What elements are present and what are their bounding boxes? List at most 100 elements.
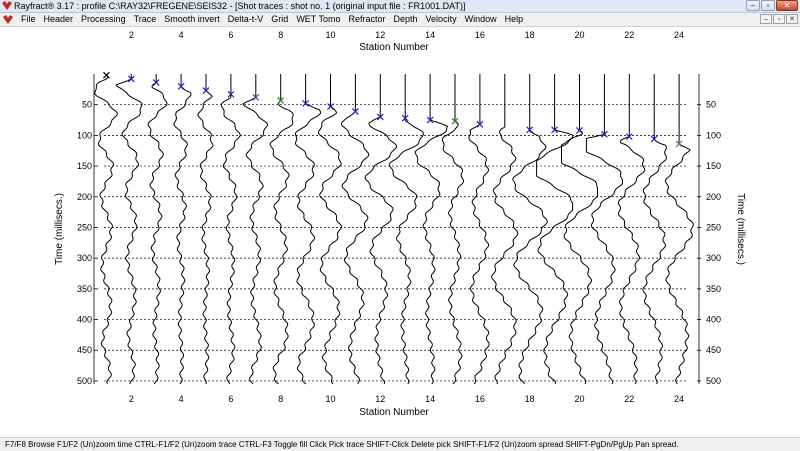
y-tick-label-left: 300 [77,253,92,263]
y-axis-label-right: Time (millisecs.) [735,193,746,265]
x-tick-label-top: 10 [326,30,336,40]
plot-axes [93,74,701,384]
y-tick-label-right: 200 [706,192,721,202]
menu-delta-t-v[interactable]: Delta-t-V [224,13,268,26]
y-tick-label-right: 400 [706,315,721,325]
seismic-trace-1[interactable] [94,74,118,385]
y-tick-label-right: 150 [706,161,721,171]
seismic-trace-22[interactable] [617,74,646,385]
x-tick-label-bottom: 12 [375,394,385,404]
y-tick-label-left: 350 [77,284,92,294]
seismic-trace-4[interactable] [173,74,192,385]
x-axis-label-top: Station Number [359,42,429,53]
seismic-trace-23[interactable] [642,74,667,385]
menu-depth[interactable]: Depth [390,13,422,26]
status-bar: F7/F8 Browse F1/F2 (Un)zoom time CTRL-F1… [0,437,800,451]
seismic-traces[interactable] [94,74,694,385]
x-tick-label-bottom: 14 [425,394,435,404]
seismic-trace-21[interactable] [585,74,623,385]
document-close-button[interactable]: ✕ [786,14,798,24]
x-tick-label-bottom: 20 [574,394,584,404]
y-tick-label-right: 300 [706,253,721,263]
y-tick-label-left: 200 [77,192,92,202]
document-icon[interactable] [3,15,13,24]
menu-processing[interactable]: Processing [77,13,130,26]
seismic-trace-6[interactable] [220,74,241,384]
x-tick-label-bottom: 22 [624,394,634,404]
y-tick-label-right: 350 [706,284,721,294]
x-tick-label-top: 4 [179,30,184,40]
close-button[interactable]: ✕ [776,0,798,11]
seismic-trace-2[interactable] [115,74,143,384]
seismic-trace-16[interactable] [468,74,490,385]
menu-window[interactable]: Window [461,13,501,26]
y-tick-label-right: 50 [706,100,716,110]
document-window-controls: – ▫ ✕ [760,14,798,24]
x-tick-label-top: 2 [129,30,134,40]
y-tick-label-left: 400 [77,315,92,325]
seismic-trace-3[interactable] [147,74,168,385]
axis-tick-labels: 50 50 100 100 150 150 200 200 250 250 300 300 350 350… [77,30,721,404]
menu-smooth-invert[interactable]: Smooth invert [160,13,224,26]
window-title: Rayfract® 3.17 : profile C:\RAY32\FREGEN… [14,1,466,11]
seismic-trace-7[interactable] [242,74,268,385]
seismic-trace-13[interactable] [388,74,424,385]
seismic-trace-12[interactable] [364,74,398,385]
app-logo-icon [2,1,12,10]
maximize-button[interactable]: ▫ [761,0,775,11]
x-tick-label-top: 12 [375,30,385,40]
x-tick-label-bottom: 4 [179,394,184,404]
x-tick-label-top: 8 [278,30,283,40]
document-minimize-button[interactable]: – [760,14,772,24]
menu-header[interactable]: Header [40,13,78,26]
document-restore-button[interactable]: ▫ [773,14,785,24]
first-break-picks[interactable] [103,71,683,148]
y-tick-label-right: 450 [706,345,721,355]
y-tick-label-right: 250 [706,222,721,232]
seismic-trace-8[interactable] [269,74,294,385]
x-tick-label-top: 16 [475,30,485,40]
x-tick-label-top: 20 [574,30,584,40]
seismic-trace-11[interactable] [341,74,370,385]
title-bar: Rayfract® 3.17 : profile C:\RAY32\FREGEN… [0,0,800,13]
seismic-trace-10[interactable] [317,74,343,385]
y-tick-label-left: 250 [77,222,92,232]
x-tick-label-top: 14 [425,30,435,40]
y-tick-label-right: 500 [706,376,721,386]
x-tick-label-bottom: 18 [525,394,535,404]
menu-refractor[interactable]: Refractor [345,13,390,26]
menu-bar: File Header Processing Trace Smooth inve… [0,13,800,27]
seismic-trace-20[interactable] [561,74,598,385]
x-axis-label-bottom: Station Number [359,407,429,418]
menu-grid[interactable]: Grid [267,13,292,26]
menu-wet-tomo[interactable]: WET Tomo [292,13,344,26]
minimize-button[interactable]: – [746,0,760,11]
y-tick-label-right: 100 [706,130,721,140]
first-break-pick-1[interactable] [103,71,110,79]
x-tick-label-bottom: 6 [228,394,233,404]
time-gridlines [104,104,688,382]
y-tick-label-left: 500 [77,376,92,386]
y-tick-label-left: 100 [77,130,92,140]
menu-trace[interactable]: Trace [130,13,161,26]
menu-help[interactable]: Help [501,13,528,26]
keyboard-shortcuts-help: F7/F8 Browse F1/F2 (Un)zoom time CTRL-F1… [5,440,679,449]
seismic-trace-5[interactable] [197,74,214,385]
x-tick-label-bottom: 8 [278,394,283,404]
seismic-trace-17[interactable] [491,74,519,385]
x-tick-label-top: 18 [525,30,535,40]
x-tick-label-bottom: 24 [674,394,684,404]
x-tick-label-top: 22 [624,30,634,40]
x-tick-label-top: 6 [228,30,233,40]
menu-velocity[interactable]: Velocity [422,13,461,26]
window-controls: – ▫ ✕ [746,0,798,12]
menu-file[interactable]: File [17,13,40,26]
seismic-trace-18[interactable] [512,74,548,385]
x-tick-label-bottom: 2 [129,394,134,404]
x-tick-label-top: 24 [674,30,684,40]
shot-traces-plot[interactable]: 50 50 100 100 150 150 200 200 250 250 300 300 350 350… [0,27,800,437]
seismic-trace-9[interactable] [294,74,321,385]
y-tick-label-left: 450 [77,345,92,355]
seismic-trace-24[interactable] [664,74,694,385]
seismic-trace-15[interactable] [441,74,464,385]
